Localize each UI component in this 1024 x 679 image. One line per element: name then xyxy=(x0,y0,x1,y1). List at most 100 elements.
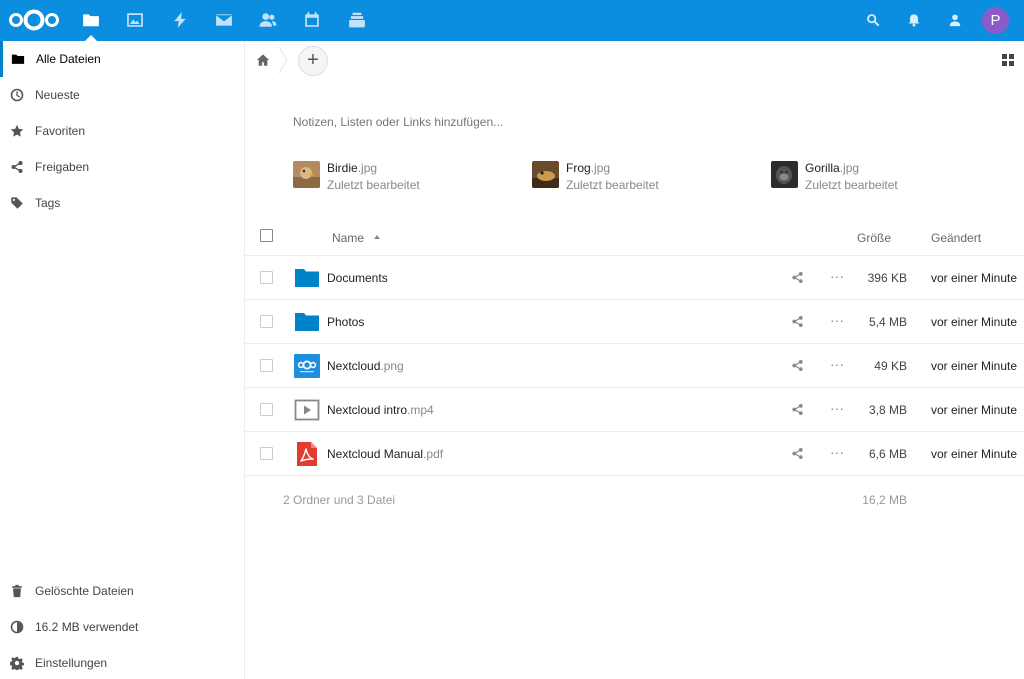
sidebar: Alle Dateien Neueste Favoriten Freigaben… xyxy=(0,41,245,679)
thumbnail-gorilla xyxy=(771,161,798,188)
gear-icon xyxy=(10,656,24,670)
sidebar-item-shares[interactable]: Freigaben xyxy=(0,149,244,185)
more-actions-icon[interactable]: ··· xyxy=(830,445,846,461)
file-name[interactable]: Nextcloud Manual.pdf xyxy=(327,447,443,461)
trash-icon xyxy=(10,584,24,598)
sidebar-item-label: Alle Dateien xyxy=(36,52,101,66)
more-actions-icon[interactable]: ··· xyxy=(830,269,846,285)
file-modified: vor einer Minute xyxy=(931,315,1018,329)
more-actions-icon[interactable]: ··· xyxy=(830,313,846,329)
file-size: 3,8 MB xyxy=(868,403,907,417)
calendar-icon[interactable] xyxy=(301,9,323,31)
sidebar-item-label: Gelöschte Dateien xyxy=(35,584,134,598)
sidebar-item-settings[interactable]: Einstellungen xyxy=(0,645,244,679)
new-file-button[interactable]: + xyxy=(298,46,328,76)
rich-workspace-input[interactable] xyxy=(293,114,993,130)
more-actions-icon[interactable]: ··· xyxy=(830,357,846,373)
share-icon[interactable] xyxy=(791,359,805,373)
sidebar-item-label: Favoriten xyxy=(35,124,86,138)
home-icon[interactable] xyxy=(256,53,272,67)
folder-icon xyxy=(295,269,319,287)
select-all-checkbox[interactable] xyxy=(260,229,273,242)
row-checkbox[interactable] xyxy=(260,271,273,284)
grid-view-icon[interactable] xyxy=(1002,54,1014,66)
clock-icon xyxy=(10,88,24,102)
contacts-icon[interactable] xyxy=(257,9,279,31)
file-size: 49 KB xyxy=(874,359,907,373)
sidebar-item-label: Freigaben xyxy=(35,160,90,174)
breadcrumb-separator xyxy=(278,47,288,73)
bell-icon[interactable] xyxy=(906,12,922,28)
sidebar-item-favorites[interactable]: Favoriten xyxy=(0,113,244,149)
sidebar-item-tags[interactable]: Tags xyxy=(0,185,244,221)
thumbnail-frog xyxy=(532,161,559,188)
column-header-name[interactable]: Name xyxy=(332,231,364,245)
table-row[interactable]: Nextcloud.png ··· 49 KB vor einer Minute xyxy=(245,344,1024,388)
table-row[interactable]: Nextcloud Manual.pdf ··· 6,6 MB vor eine… xyxy=(245,432,1024,476)
image-thumbnail-icon xyxy=(294,354,320,378)
file-name[interactable]: Nextcloud.png xyxy=(327,359,404,373)
sidebar-item-label: Einstellungen xyxy=(35,656,108,670)
table-row[interactable]: Nextcloud intro.mp4 ··· 3,8 MB vor einer… xyxy=(245,388,1024,432)
row-checkbox[interactable] xyxy=(260,359,273,372)
recent-file-card[interactable]: Frog.jpg Zuletzt bearbeitet xyxy=(532,161,762,192)
mail-icon[interactable] xyxy=(213,9,235,31)
file-size: 6,6 MB xyxy=(868,447,907,461)
row-checkbox[interactable] xyxy=(260,315,273,328)
file-size: 396 KB xyxy=(867,271,907,285)
more-actions-icon[interactable]: ··· xyxy=(830,401,846,417)
folder-icon xyxy=(11,52,25,66)
row-checkbox[interactable] xyxy=(260,447,273,460)
star-icon xyxy=(10,124,24,138)
share-icon[interactable] xyxy=(791,403,805,417)
recent-file-card[interactable]: Birdie.jpg Zuletzt bearbeitet xyxy=(293,161,523,192)
sidebar-item-recent[interactable]: Neueste xyxy=(0,77,244,113)
file-modified: vor einer Minute xyxy=(931,447,1018,461)
file-table-header: Name Größe Geändert xyxy=(245,219,1024,256)
file-list-area: + Birdie.jpg Zuletzt bearbeitet Frog.jpg… xyxy=(245,41,1024,679)
avatar[interactable]: P xyxy=(982,7,1009,34)
recent-file-name: Frog.jpg xyxy=(566,161,611,175)
share-icon[interactable] xyxy=(791,447,805,461)
pdf-file-icon xyxy=(297,442,317,466)
share-icon[interactable] xyxy=(791,315,805,329)
column-header-modified[interactable]: Geändert xyxy=(931,231,981,245)
recent-file-name: Birdie.jpg xyxy=(327,161,378,175)
share-icon[interactable] xyxy=(791,271,805,285)
file-count-summary: 2 Ordner und 3 Datei xyxy=(283,493,396,507)
quota-icon xyxy=(10,620,24,634)
total-size-summary: 16,2 MB xyxy=(862,493,907,507)
file-modified: vor einer Minute xyxy=(931,359,1018,373)
folder-icon xyxy=(295,313,319,331)
file-modified: vor einer Minute xyxy=(931,271,1018,285)
sidebar-item-label: 16.2 MB verwendet xyxy=(35,620,139,634)
sidebar-item-quota[interactable]: 16.2 MB verwendet xyxy=(0,609,244,645)
sort-ascending-icon xyxy=(374,235,380,239)
column-header-size[interactable]: Größe xyxy=(857,231,891,245)
photos-icon[interactable] xyxy=(124,9,146,31)
sidebar-item-all-files[interactable]: Alle Dateien xyxy=(0,41,244,77)
sidebar-item-label: Tags xyxy=(35,196,61,210)
top-bar: P xyxy=(0,0,1024,41)
file-name[interactable]: Photos xyxy=(327,315,364,329)
contacts-menu-icon[interactable] xyxy=(947,12,963,28)
file-name[interactable]: Documents xyxy=(327,271,388,285)
file-modified: vor einer Minute xyxy=(931,403,1018,417)
recent-file-subtitle: Zuletzt bearbeitet xyxy=(566,178,659,192)
deck-icon[interactable] xyxy=(346,9,368,31)
row-checkbox[interactable] xyxy=(260,403,273,416)
tag-icon xyxy=(10,196,24,210)
recent-file-card[interactable]: Gorilla.jpg Zuletzt bearbeitet xyxy=(771,161,1001,192)
activity-icon[interactable] xyxy=(169,9,191,31)
search-icon[interactable] xyxy=(865,12,881,28)
table-row[interactable]: Photos ··· 5,4 MB vor einer Minute xyxy=(245,300,1024,344)
recent-file-subtitle: Zuletzt bearbeitet xyxy=(327,178,420,192)
video-file-icon xyxy=(294,399,320,421)
sidebar-item-deleted-files[interactable]: Gelöschte Dateien xyxy=(0,573,244,609)
nextcloud-logo[interactable] xyxy=(8,8,60,32)
table-row[interactable]: Documents ··· 396 KB vor einer Minute xyxy=(245,256,1024,300)
share-icon xyxy=(10,160,24,174)
sidebar-item-label: Neueste xyxy=(35,88,80,102)
file-name[interactable]: Nextcloud intro.mp4 xyxy=(327,403,434,417)
files-icon[interactable] xyxy=(80,9,102,31)
